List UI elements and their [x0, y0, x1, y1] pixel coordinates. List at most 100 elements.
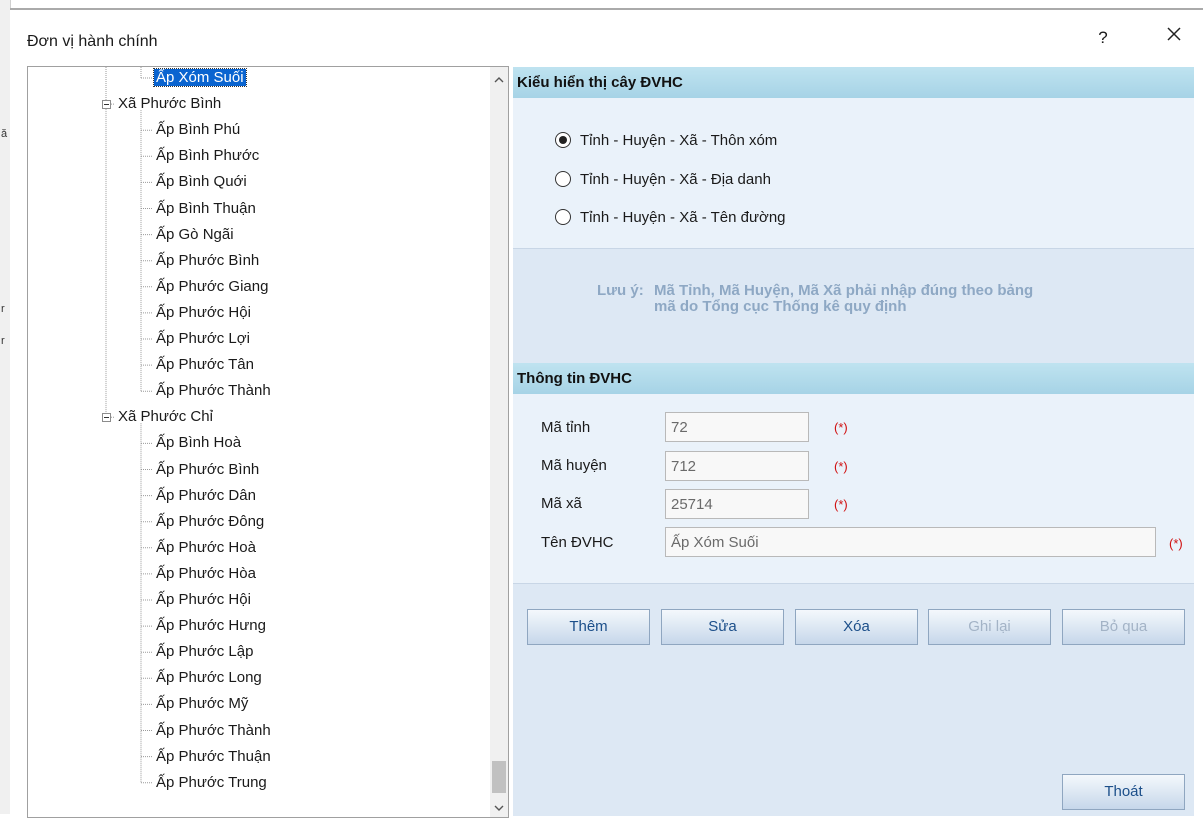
tree-node-label: Xã Phước Bình: [118, 95, 222, 113]
info-header: Thông tin ĐVHC: [513, 363, 1194, 394]
dvhc-dialog: Đơn vị hành chính ? Ấp Xóm Suối Xã Phước …: [10, 8, 1203, 818]
edit-button[interactable]: Sửa: [661, 609, 784, 645]
tree-node-hamlet[interactable]: Ấp Xóm Suối: [153, 68, 247, 88]
note-line-1: Mã Tỉnh, Mã Huyện, Mã Xã phải nhập đúng …: [654, 282, 1034, 299]
tree-node-label: Ấp Gò Ngãi: [156, 225, 234, 243]
chevron-up-icon: [494, 77, 504, 83]
delete-button[interactable]: Xóa: [795, 609, 918, 645]
collapse-toggle-icon[interactable]: [102, 100, 111, 110]
help-button[interactable]: ?: [1093, 28, 1113, 48]
tree-node-label: Ấp Phước Trung: [156, 773, 267, 791]
tree-node-commune[interactable]: Xã Phước Chỉ: [116, 407, 215, 427]
scroll-up-button[interactable]: [490, 71, 508, 89]
tree-node-label: Ấp Bình Phước: [156, 147, 260, 165]
ma-xa-input[interactable]: 25714: [665, 489, 809, 519]
tree-node-label: Ấp Phước Thành: [156, 382, 271, 400]
add-button[interactable]: Thêm: [527, 609, 650, 645]
tree-node-hamlet[interactable]: Ấp Gò Ngãi: [154, 225, 236, 245]
skip-button[interactable]: Bỏ qua: [1062, 609, 1185, 645]
tree-node-hamlet[interactable]: Ấp Phước Thành: [154, 381, 273, 401]
save-button[interactable]: Ghi lại: [928, 609, 1051, 645]
exit-button[interactable]: Thoát: [1062, 774, 1185, 810]
tree-node-label: Ấp Xóm Suối: [153, 68, 247, 87]
tree-node-hamlet[interactable]: Ấp Phước Trung: [154, 773, 269, 793]
bg-fragment: r: [1, 335, 5, 347]
tree-node-label: Ấp Phước Hội: [156, 591, 251, 608]
close-icon: [1167, 27, 1181, 41]
tree-node-hamlet[interactable]: Ấp Phước Giang: [154, 277, 270, 297]
tree-node-hamlet[interactable]: Ấp Phước Hòa: [154, 564, 258, 584]
radio-button-checked[interactable]: [555, 132, 571, 148]
scroll-down-button[interactable]: [490, 799, 508, 817]
tree-node-label: Ấp Bình Thuận: [156, 199, 256, 217]
tree-node-hamlet[interactable]: Ấp Phước Hội: [154, 590, 253, 610]
radio-label: Tỉnh - Huyện - Xã - Thôn xóm: [580, 132, 778, 149]
required-mark: (*): [834, 420, 848, 435]
display-mode-body: Tỉnh - Huyện - Xã - Thôn xóm Tỉnh - Huyệ…: [513, 98, 1194, 249]
required-mark: (*): [834, 459, 848, 474]
tree-node-hamlet[interactable]: Ấp Phước Bình: [154, 251, 261, 271]
tree-node-hamlet[interactable]: Ấp Phước Lập: [154, 642, 255, 662]
tree-connector-lines: [105, 67, 152, 784]
tree-node-hamlet[interactable]: Ấp Bình Hoà: [154, 433, 243, 453]
radio-label: Tỉnh - Huyện - Xã - Tên đường: [580, 209, 786, 226]
label-ma-tinh: Mã tỉnh: [541, 419, 591, 436]
tree-node-label: Ấp Bình Phú: [156, 121, 241, 139]
tree-scrollbar[interactable]: [490, 67, 508, 817]
tree-node-hamlet[interactable]: Ấp Phước Dân: [154, 486, 258, 506]
bg-fragment: r: [1, 303, 5, 315]
dvhc-tree[interactable]: Ấp Xóm Suối Xã Phước Bình Ấp Bình Phú Ấp Bì…: [27, 66, 509, 818]
tree-node-label: Ấp Phước Hòa: [156, 564, 256, 582]
tree-node-hamlet[interactable]: Ấp Phước Thành: [154, 721, 273, 741]
info-body: Mã tỉnh 72 (*) Mã huyện 712 (*) Mã xã 25…: [513, 394, 1194, 584]
radio-button[interactable]: [555, 209, 571, 225]
note-text: Lưu ý: Mã Tỉnh, Mã Huyện, Mã Xã phải nhập…: [597, 283, 1033, 315]
tree-node-hamlet[interactable]: Ấp Phước Lợi: [154, 329, 252, 349]
tree-node-label: Ấp Bình Quới: [156, 173, 247, 191]
tree-node-label: Ấp Phước Giang: [156, 277, 269, 295]
scrollbar-thumb[interactable]: [492, 761, 506, 793]
ma-huyen-input[interactable]: 712: [665, 451, 809, 481]
ma-tinh-input[interactable]: 72: [665, 412, 809, 442]
required-mark: (*): [834, 497, 848, 512]
tree-node-hamlet[interactable]: Ấp Bình Quới: [154, 172, 249, 192]
tree-node-hamlet[interactable]: Ấp Phước Đông: [154, 512, 266, 532]
tree-node-label: Ấp Phước Lợi: [156, 330, 250, 347]
ten-dvhc-input[interactable]: Ấp Xóm Suối: [665, 527, 1156, 557]
collapse-toggle-icon[interactable]: [102, 413, 111, 423]
label-ma-huyen: Mã huyện: [541, 457, 607, 474]
tree-node-label: Ấp Phước Hội: [156, 303, 251, 321]
tree-node-label: Ấp Phước Thành: [156, 721, 271, 739]
close-button[interactable]: [1162, 26, 1186, 46]
tree-node-hamlet[interactable]: Ấp Phước Tân: [154, 355, 256, 375]
chevron-down-icon: [494, 805, 504, 811]
title-bar: Đơn vị hành chính ?: [10, 10, 1203, 66]
note-label: Lưu ý:: [597, 282, 644, 299]
detail-panel: Kiểu hiển thị cây ĐVHC Tỉnh - Huyện - Xã…: [513, 67, 1194, 816]
bg-fragment: ă: [1, 128, 8, 140]
tree-node-hamlet[interactable]: Ấp Phước Bình: [154, 460, 261, 480]
label-ma-xa: Mã xã: [541, 495, 582, 512]
tree-node-hamlet[interactable]: Ấp Phước Long: [154, 668, 264, 688]
tree-node-hamlet[interactable]: Ấp Phước Mỹ: [154, 694, 250, 714]
tree-node-hamlet[interactable]: Ấp Phước Hưng: [154, 616, 268, 636]
radio-button[interactable]: [555, 171, 571, 187]
tree-node-label: Ấp Phước Mỹ: [156, 695, 249, 713]
tree-node-label: Ấp Phước Hoà: [156, 538, 256, 556]
tree-node-label: Ấp Phước Thuận: [156, 747, 271, 765]
label-ten-dvhc: Tên ĐVHC: [541, 534, 614, 551]
tree-node-hamlet[interactable]: Ấp Phước Thuận: [154, 747, 273, 767]
tree-node-label: Ấp Phước Lập: [156, 643, 254, 661]
tree-node-label: Ấp Phước Đông: [156, 512, 265, 530]
tree-node-hamlet[interactable]: Ấp Bình Phước: [154, 146, 261, 166]
tree-node-commune[interactable]: Xã Phước Bình: [116, 94, 223, 114]
window-title: Đơn vị hành chính: [27, 33, 158, 50]
tree-node-hamlet[interactable]: Ấp Bình Thuận: [154, 199, 258, 219]
display-mode-header: Kiểu hiển thị cây ĐVHC: [513, 67, 1194, 98]
tree-node-hamlet[interactable]: Ấp Bình Phú: [154, 120, 242, 140]
tree-node-label: Xã Phước Chỉ: [118, 408, 213, 426]
tree-node-label: Ấp Phước Hưng: [156, 617, 266, 635]
tree-node-label: Ấp Phước Bình: [156, 251, 260, 269]
tree-node-hamlet[interactable]: Ấp Phước Hoà: [154, 538, 258, 558]
tree-node-hamlet[interactable]: Ấp Phước Hội: [154, 303, 253, 323]
